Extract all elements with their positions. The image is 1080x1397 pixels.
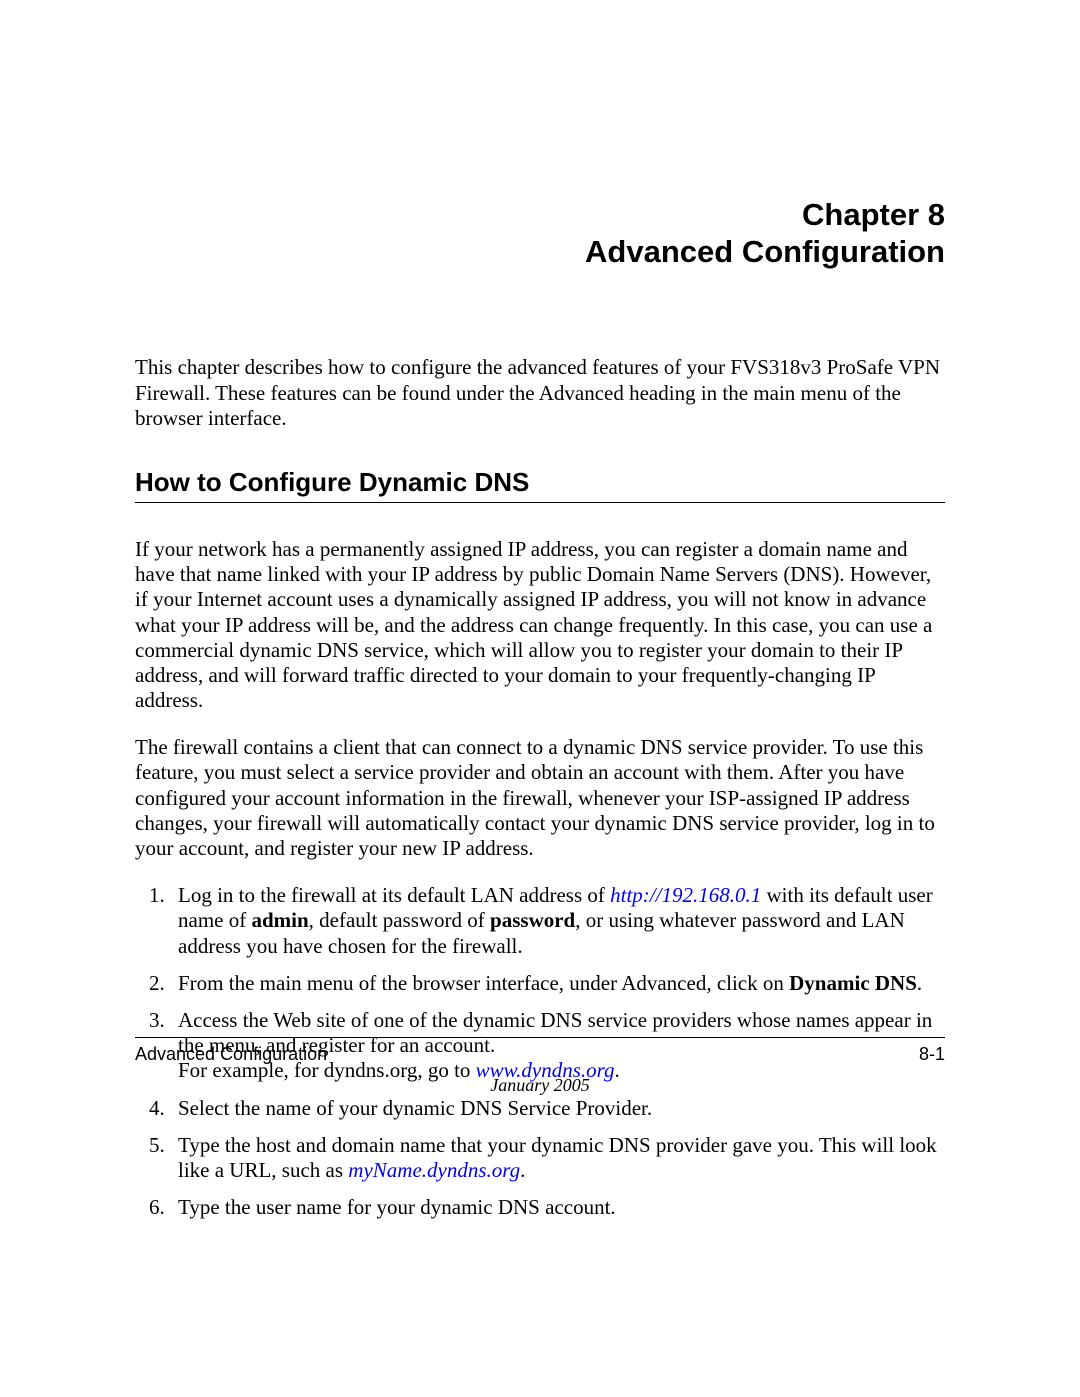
footer-left: Advanced Configuration xyxy=(135,1044,327,1065)
chapter-title: Chapter 8 Advanced Configuration xyxy=(135,196,945,270)
footer-right: 8-1 xyxy=(919,1044,945,1065)
link-myname[interactable]: myName.dyndns.org xyxy=(348,1158,520,1182)
page: Chapter 8 Advanced Configuration This ch… xyxy=(135,0,945,1397)
step2-post: . xyxy=(917,971,922,995)
step-1: Log in to the firewall at its default LA… xyxy=(170,883,945,959)
step1-mid2: , default password of xyxy=(309,908,490,932)
chapter-line2: Advanced Configuration xyxy=(585,234,945,269)
section-heading: How to Configure Dynamic DNS xyxy=(135,467,945,503)
link-lan-address[interactable]: http://192.168.0.1 xyxy=(610,883,761,907)
step-5: Type the host and domain name that your … xyxy=(170,1133,945,1183)
intro-paragraph: This chapter describes how to configure … xyxy=(135,355,945,431)
footer-rule xyxy=(135,1037,945,1038)
section-p2: The firewall contains a client that can … xyxy=(135,735,945,861)
footer-date: January 2005 xyxy=(135,1075,945,1096)
section-p1: If your network has a permanently assign… xyxy=(135,537,945,713)
step1-b1: admin xyxy=(251,908,308,932)
step5-pre: Type the host and domain name that your … xyxy=(178,1133,937,1182)
step-4: Select the name of your dynamic DNS Serv… xyxy=(170,1096,945,1121)
step-2: From the main menu of the browser interf… xyxy=(170,971,945,996)
step5-post: . xyxy=(520,1158,525,1182)
footer-row: Advanced Configuration 8-1 xyxy=(135,1044,945,1065)
step-6: Type the user name for your dynamic DNS … xyxy=(170,1195,945,1220)
step2-b: Dynamic DNS xyxy=(789,971,917,995)
step2-pre: From the main menu of the browser interf… xyxy=(178,971,789,995)
step1-pre: Log in to the firewall at its default LA… xyxy=(178,883,610,907)
chapter-line1: Chapter 8 xyxy=(802,197,945,232)
step1-b2: password xyxy=(490,908,575,932)
